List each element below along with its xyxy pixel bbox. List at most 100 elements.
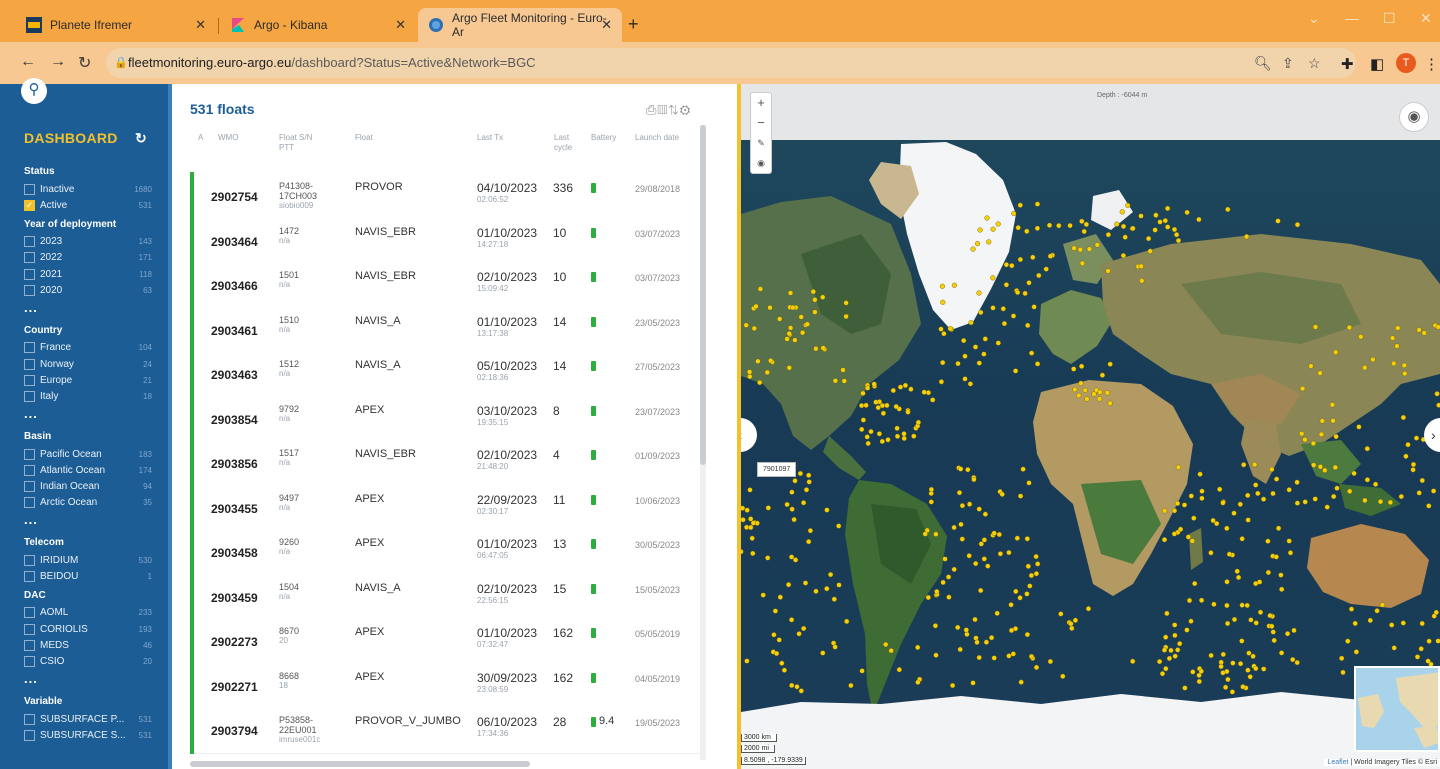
- float-marker[interactable]: [957, 646, 963, 653]
- float-marker[interactable]: [1172, 653, 1178, 659]
- show-more-filters[interactable]: ...: [24, 512, 38, 527]
- float-marker[interactable]: [901, 435, 907, 442]
- tab-planete-ifremer[interactable]: Planete Ifremer ✕: [16, 8, 216, 42]
- float-marker[interactable]: [1171, 226, 1178, 233]
- float-marker[interactable]: [789, 506, 795, 512]
- float-marker[interactable]: [1028, 572, 1035, 579]
- float-marker[interactable]: [1138, 263, 1144, 269]
- float-marker[interactable]: [785, 582, 792, 588]
- float-row[interactable]: 2903455 9497 n/a APEX 22/09/2023 02:30:17 11 10…: [190, 483, 700, 532]
- zoom-in-icon[interactable]: +: [751, 93, 771, 113]
- filter-option[interactable]: 2022 171: [24, 250, 152, 266]
- float-marker[interactable]: [1188, 618, 1194, 624]
- float-marker[interactable]: [799, 330, 806, 336]
- float-marker[interactable]: [883, 641, 889, 648]
- float-marker[interactable]: [1367, 617, 1373, 624]
- float-marker[interactable]: [1322, 467, 1328, 473]
- float-marker[interactable]: [836, 582, 842, 588]
- float-marker[interactable]: [893, 404, 899, 410]
- float-row[interactable]: 2902273 8670 20 APEX 01/10/2023 07:32:47 162 05…: [190, 617, 700, 665]
- float-marker[interactable]: [976, 506, 982, 512]
- col-last-tx-header[interactable]: Last Tx: [477, 133, 503, 143]
- float-marker[interactable]: [1072, 617, 1079, 623]
- float-marker[interactable]: [982, 336, 988, 342]
- float-marker[interactable]: [1157, 219, 1163, 225]
- float-marker[interactable]: [967, 501, 973, 507]
- float-marker[interactable]: [1189, 538, 1195, 544]
- float-marker[interactable]: [1394, 343, 1400, 349]
- float-marker[interactable]: [768, 358, 774, 364]
- float-marker[interactable]: [1139, 278, 1145, 284]
- filter-checkbox[interactable]: ✓: [24, 199, 35, 211]
- filter-option[interactable]: BEIDOU 1: [24, 569, 152, 585]
- share-icon[interactable]: ⇪: [1282, 55, 1294, 72]
- float-marker[interactable]: [806, 479, 812, 485]
- filter-option[interactable]: 2020 63: [24, 283, 152, 299]
- filter-option[interactable]: Norway 24: [24, 356, 152, 372]
- float-marker[interactable]: [951, 566, 957, 573]
- filter-checkbox[interactable]: [24, 448, 35, 460]
- close-tab-icon[interactable]: ✕: [601, 17, 612, 33]
- filter-option[interactable]: Europe 21: [24, 372, 152, 388]
- float-marker[interactable]: [1014, 535, 1020, 541]
- float-marker[interactable]: [1174, 232, 1180, 238]
- float-marker[interactable]: [1436, 402, 1440, 408]
- float-marker[interactable]: [940, 299, 946, 305]
- float-marker[interactable]: [812, 309, 818, 315]
- float-marker[interactable]: [798, 688, 804, 694]
- float-marker[interactable]: [1105, 268, 1111, 274]
- float-marker[interactable]: [1416, 327, 1422, 333]
- float-marker[interactable]: [1318, 431, 1325, 438]
- float-marker[interactable]: [764, 369, 770, 376]
- float-marker[interactable]: [933, 531, 939, 537]
- float-marker[interactable]: [1414, 654, 1421, 660]
- float-marker[interactable]: [946, 574, 952, 580]
- float-marker[interactable]: [1286, 487, 1292, 493]
- float-marker[interactable]: [1033, 664, 1040, 671]
- float-marker[interactable]: [1120, 253, 1127, 259]
- float-marker[interactable]: [1067, 223, 1073, 229]
- float-marker[interactable]: [1025, 322, 1031, 329]
- float-marker[interactable]: [1174, 500, 1181, 507]
- filter-checkbox[interactable]: [24, 374, 35, 386]
- maximize-icon[interactable]: ☐: [1383, 10, 1396, 27]
- float-marker[interactable]: [1253, 665, 1259, 672]
- float-marker[interactable]: [1275, 525, 1282, 531]
- float-marker[interactable]: [976, 654, 982, 661]
- float-marker[interactable]: [1013, 588, 1019, 595]
- float-marker[interactable]: [1230, 660, 1236, 666]
- float-marker[interactable]: [860, 417, 867, 423]
- float-marker[interactable]: [1273, 554, 1279, 560]
- float-marker[interactable]: [990, 305, 996, 311]
- float-marker[interactable]: [1418, 646, 1424, 652]
- float-marker[interactable]: [1199, 495, 1205, 501]
- float-marker[interactable]: [1435, 324, 1440, 330]
- float-marker[interactable]: [1033, 571, 1040, 577]
- float-marker[interactable]: [1286, 538, 1292, 544]
- float-marker[interactable]: [925, 594, 931, 601]
- float-marker[interactable]: [1034, 225, 1041, 231]
- float-marker[interactable]: [859, 668, 865, 674]
- zoom-out-icon[interactable]: −: [751, 113, 771, 133]
- float-marker[interactable]: [1024, 536, 1030, 542]
- float-row[interactable]: 2903458 9260 n/a APEX 01/10/2023 06:47:05 13 30…: [190, 528, 700, 576]
- float-marker[interactable]: [807, 528, 814, 534]
- float-marker[interactable]: [938, 326, 944, 332]
- float-marker[interactable]: [1302, 437, 1308, 443]
- float-marker[interactable]: [1387, 499, 1394, 506]
- float-marker[interactable]: [1003, 282, 1010, 288]
- float-marker[interactable]: [1199, 488, 1205, 494]
- filter-option[interactable]: 2021 118: [24, 266, 152, 282]
- float-marker[interactable]: [1245, 667, 1251, 673]
- float-marker[interactable]: [1425, 658, 1431, 664]
- float-marker[interactable]: [1346, 324, 1353, 331]
- float-marker[interactable]: [928, 486, 935, 493]
- float-marker[interactable]: [840, 367, 846, 373]
- float-row[interactable]: 2903856 1517 n/a NAVIS_EBR 02/10/2023 21:48:2…: [190, 439, 700, 487]
- float-marker[interactable]: [791, 517, 797, 523]
- float-marker[interactable]: [1035, 361, 1041, 367]
- float-marker[interactable]: [1260, 496, 1267, 502]
- float-marker[interactable]: [777, 594, 783, 600]
- filter-option[interactable]: IRIDIUM 530: [24, 552, 152, 568]
- float-marker[interactable]: [1248, 617, 1254, 623]
